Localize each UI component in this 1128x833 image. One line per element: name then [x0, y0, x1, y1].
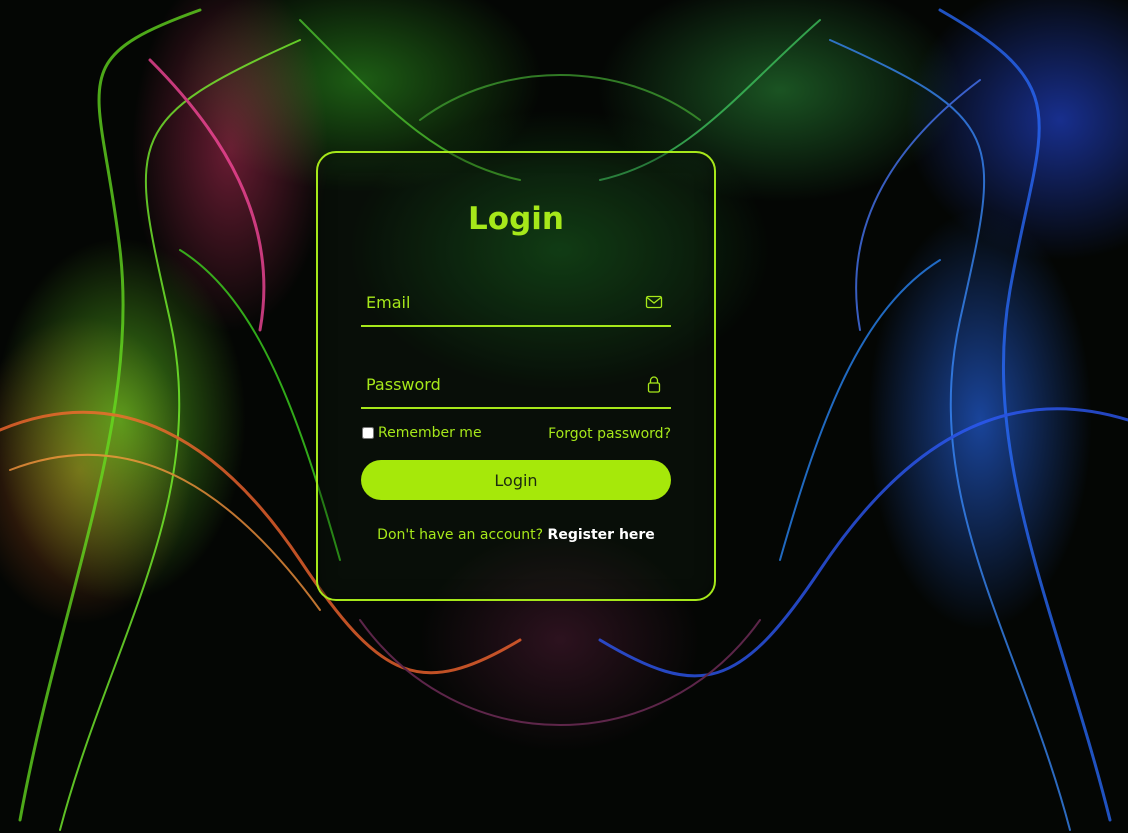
- login-card: Login Remember me Forgot password? Login…: [316, 151, 716, 601]
- remember-me-checkbox[interactable]: [362, 427, 374, 439]
- register-prompt: Don't have an account? Register here: [318, 527, 714, 543]
- password-input[interactable]: [361, 365, 636, 403]
- register-prompt-text: Don't have an account?: [377, 527, 544, 543]
- remember-me-label: Remember me: [378, 425, 482, 441]
- login-title: Login: [468, 201, 564, 237]
- register-link[interactable]: Register here: [548, 527, 655, 543]
- remember-me[interactable]: Remember me: [361, 425, 482, 441]
- login-options-row: Remember me Forgot password?: [361, 425, 671, 445]
- mail-icon: [645, 293, 663, 311]
- lock-icon: [645, 375, 663, 393]
- password-field-container: [361, 365, 671, 409]
- email-field-container: [361, 283, 671, 327]
- email-input[interactable]: [361, 283, 636, 321]
- login-button[interactable]: Login: [361, 460, 671, 500]
- forgot-password-link[interactable]: Forgot password?: [548, 426, 671, 442]
